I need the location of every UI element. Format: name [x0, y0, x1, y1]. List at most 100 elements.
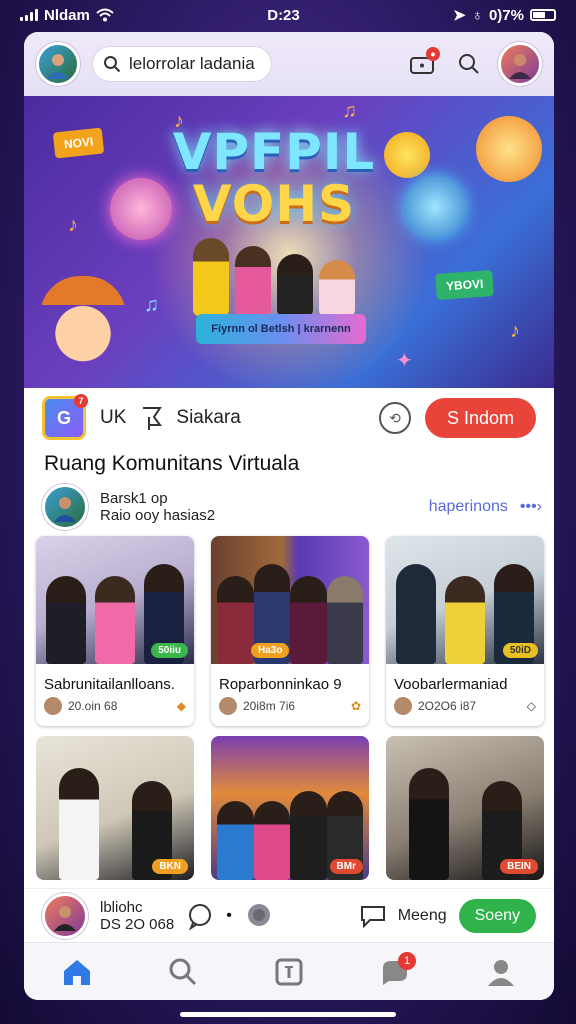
tab-home[interactable] — [52, 950, 102, 994]
profile-avatar[interactable] — [36, 42, 80, 86]
signal-icon — [20, 9, 38, 21]
info-button[interactable]: ⟲ — [378, 402, 411, 434]
video-thumbnail: BMr — [211, 736, 369, 880]
section-title: Ruang Komunitans Virtuala — [44, 452, 300, 475]
game-orb — [476, 116, 542, 182]
thumbnail-person — [217, 801, 254, 880]
chat-bubble-icon[interactable] — [244, 901, 274, 931]
person-icon — [54, 905, 76, 931]
video-thumbnail: 50iD — [386, 536, 544, 664]
home-indicator[interactable] — [180, 1012, 396, 1017]
video-thumbnail: BKN — [36, 736, 194, 880]
thumbnail-people — [211, 564, 369, 664]
video-card[interactable]: BMr — [211, 736, 369, 880]
message-icon[interactable] — [360, 904, 386, 928]
action-row: G 7 UK Siakara ⟲ S Indom — [24, 388, 554, 448]
video-card[interactable]: BKN — [36, 736, 194, 880]
comment-icon[interactable] — [186, 902, 214, 930]
banner-person — [277, 254, 313, 316]
dot-separator: • — [226, 906, 232, 924]
search-field[interactable]: lelorrolar ladania — [92, 46, 272, 82]
wifi-icon — [96, 8, 114, 22]
primary-action-button[interactable]: S Indom — [424, 398, 536, 438]
music-note-icon: ♪ — [68, 214, 78, 236]
search-button[interactable] — [452, 47, 486, 81]
app-window: lelorrolar ladania ● NOVI YBOVI VPFPIL V… — [24, 32, 554, 1000]
hero-banner[interactable]: NOVI YBOVI VPFPIL VOHS Fiyrnn ol Betlsh … — [24, 96, 554, 388]
video-meta: 20.oin 68 ◆ — [36, 697, 194, 715]
video-card[interactable]: 50iD Voobarlermaniad 2O2O6 i87 ◇ — [386, 536, 544, 726]
bottom-tab-bar: 1 — [24, 942, 554, 1000]
video-card[interactable]: 50iiu Sabrunitailanlloans. 20.oin 68 ◆ — [36, 536, 194, 726]
thumbnail-person — [46, 576, 87, 664]
info-icon: ⟲ — [389, 409, 401, 426]
banner-title-line1: VPFPIL — [172, 123, 376, 181]
person-icon — [509, 54, 531, 79]
creator-avatar[interactable] — [42, 484, 88, 530]
banner-title-line2: VOHS — [192, 175, 356, 233]
tab-search[interactable] — [158, 950, 208, 994]
thumbnail-person — [326, 576, 363, 664]
footer-user-line1: lbliohc — [100, 898, 143, 916]
video-card[interactable]: Ha3o Roparbonninkao 9 20i8m 7i6 ✿ — [211, 536, 369, 726]
video-thumbnail: 50iiu — [36, 536, 194, 664]
more-arrow-icon: •••› — [519, 498, 542, 515]
video-title: Roparbonninkao 9 — [219, 676, 342, 693]
thumbnail-person — [396, 564, 437, 664]
status-right: ➤ ♁ 0)7% — [453, 6, 556, 24]
clock: D:23 — [267, 6, 300, 24]
video-thumbnail: BEIN — [386, 736, 544, 880]
person-icon — [54, 497, 76, 522]
banner-people — [174, 236, 374, 316]
account-avatar[interactable] — [498, 42, 542, 86]
creator-row: Barsk1 op Raio ooy hasias2 haperinons ••… — [42, 482, 542, 532]
footer-label[interactable]: Meeng — [398, 907, 447, 925]
banner-tag-left: NOVI — [52, 127, 105, 159]
channel-avatar — [219, 697, 237, 715]
share-button[interactable]: Siakara — [140, 405, 241, 431]
banner-person — [193, 238, 229, 316]
footer-avatar[interactable] — [42, 892, 88, 939]
video-meta-text: 20.oin 68 — [68, 699, 118, 713]
duration-badge: BKN — [152, 859, 188, 874]
tab-create[interactable] — [264, 950, 314, 994]
status-bar: Nldam D:23 ➤ ♁ 0)7% — [0, 0, 576, 30]
thumbnail-person — [408, 767, 449, 880]
action-label-uk[interactable]: UK — [100, 407, 126, 429]
creator-name[interactable]: Barsk1 op Raio ooy hasias2 — [100, 490, 215, 524]
search-icon — [169, 958, 197, 985]
video-card[interactable]: BEIN — [386, 736, 544, 880]
top-bar: lelorrolar ladania ● — [24, 32, 554, 96]
tab-profile[interactable] — [476, 950, 526, 994]
duration-badge: BMr — [329, 859, 363, 874]
thumbnail-person — [253, 801, 290, 880]
thumbnail-person — [94, 576, 135, 664]
thumbnail-person — [290, 576, 327, 664]
creator-name-line2: Raio ooy hasias2 — [100, 507, 216, 524]
tab-messages[interactable]: 1 — [370, 950, 420, 994]
camera-button[interactable]: ● — [406, 47, 440, 81]
banner-ribbon: Fiyrnn ol Betlsh | krarnenn — [196, 314, 366, 344]
person-icon — [47, 54, 69, 79]
video-meta-text: 20i8m 7i6 — [243, 699, 296, 713]
creator-name-line1: Barsk1 op — [100, 490, 168, 507]
profile-icon — [488, 959, 514, 986]
community-app-icon[interactable]: G 7 — [42, 394, 88, 440]
footer-user-line2: DS 2O 068 — [100, 915, 175, 933]
thumbnail-person — [217, 576, 254, 664]
hat-mascot — [40, 276, 126, 372]
alarm-icon: ♁ — [471, 6, 483, 24]
banner-person — [319, 260, 355, 316]
footer-action-row: lbliohc DS 2O 068 • Meeng Soeny — [24, 888, 554, 942]
location-icon: ➤ — [453, 7, 466, 24]
footer-green-button[interactable]: Soeny — [458, 898, 536, 933]
duration-badge: 50iD — [502, 643, 538, 658]
search-text: lelorrolar ladania — [129, 54, 255, 73]
camera-notification-dot: ● — [426, 47, 440, 61]
creator-link-text: haperinons — [428, 498, 508, 515]
creator-link[interactable]: haperinons •••› — [429, 498, 542, 516]
footer-user[interactable]: lbliohc DS 2O 068 — [100, 899, 174, 933]
search-icon — [459, 54, 479, 74]
share-label: Siakara — [176, 407, 241, 428]
thumbnail-person — [444, 576, 485, 664]
